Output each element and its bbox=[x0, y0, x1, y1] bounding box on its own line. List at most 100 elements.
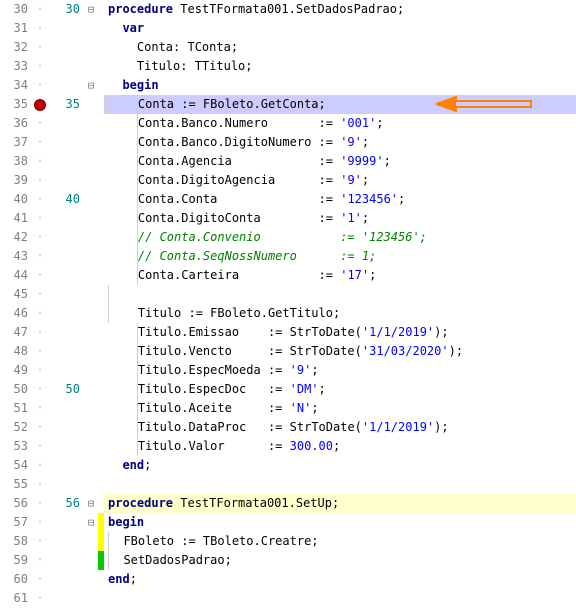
code-line[interactable]: 51· Titulo.Aceite := 'N'; bbox=[0, 399, 576, 418]
code-line[interactable]: 52· Titulo.DataProc := StrToDate('1/1/20… bbox=[0, 418, 576, 437]
code-text[interactable]: Titulo.Emissao := StrToDate('1/1/2019'); bbox=[104, 323, 576, 342]
code-line[interactable]: 40·40 Conta.Conta := '123456'; bbox=[0, 190, 576, 209]
breakpoint-gutter[interactable]: · bbox=[30, 437, 50, 456]
fold-gutter[interactable] bbox=[84, 57, 98, 76]
fold-gutter[interactable] bbox=[84, 361, 98, 380]
code-text[interactable]: procedure TestTFormata001.SetDadosPadrao… bbox=[104, 0, 576, 19]
code-line[interactable]: 56·56⊟procedure TestTFormata001.SetUp; bbox=[0, 494, 576, 513]
code-text[interactable]: Titulo: TTitulo; bbox=[104, 57, 576, 76]
breakpoint-gutter[interactable]: · bbox=[30, 494, 50, 513]
code-text[interactable]: Titulo.Vencto := StrToDate('31/03/2020')… bbox=[104, 342, 576, 361]
code-text[interactable]: // Conta.SeqNossNumero := 1; bbox=[104, 247, 576, 266]
fold-gutter[interactable] bbox=[84, 38, 98, 57]
fold-gutter[interactable] bbox=[84, 133, 98, 152]
breakpoint-gutter[interactable]: · bbox=[30, 570, 50, 589]
fold-gutter[interactable] bbox=[84, 437, 98, 456]
breakpoint-gutter[interactable]: · bbox=[30, 285, 50, 304]
code-line[interactable]: 42· // Conta.Convenio := '123456'; bbox=[0, 228, 576, 247]
code-line[interactable]: 34·⊟ begin bbox=[0, 76, 576, 95]
breakpoint-gutter[interactable]: · bbox=[30, 247, 50, 266]
code-text[interactable]: FBoleto := TBoleto.Creatre; bbox=[104, 532, 576, 551]
breakpoint-gutter[interactable]: · bbox=[30, 380, 50, 399]
breakpoint-gutter[interactable]: · bbox=[30, 532, 50, 551]
code-line[interactable]: 47· Titulo.Emissao := StrToDate('1/1/201… bbox=[0, 323, 576, 342]
fold-gutter[interactable] bbox=[84, 247, 98, 266]
code-line[interactable]: 32· Conta: TConta; bbox=[0, 38, 576, 57]
fold-gutter[interactable] bbox=[84, 190, 98, 209]
code-line[interactable]: 49· Titulo.EspecMoeda := '9'; bbox=[0, 361, 576, 380]
code-line[interactable]: 61· bbox=[0, 589, 576, 608]
code-text[interactable]: Conta.DigitoConta := '1'; bbox=[104, 209, 576, 228]
code-text[interactable]: Conta.Banco.Numero := '001'; bbox=[104, 114, 576, 133]
code-text[interactable]: Titulo := FBoleto.GetTitulo; bbox=[104, 304, 576, 323]
code-text[interactable]: Conta.Conta := '123456'; bbox=[104, 190, 576, 209]
fold-gutter[interactable]: ⊟ bbox=[84, 76, 98, 95]
code-line[interactable]: 31· var bbox=[0, 19, 576, 38]
breakpoint-gutter[interactable]: · bbox=[30, 513, 50, 532]
breakpoint-gutter[interactable]: · bbox=[30, 228, 50, 247]
code-text[interactable]: var bbox=[104, 19, 576, 38]
fold-gutter[interactable] bbox=[84, 152, 98, 171]
code-line[interactable]: 55· bbox=[0, 475, 576, 494]
fold-gutter[interactable]: ⊟ bbox=[84, 494, 98, 513]
breakpoint-gutter[interactable]: · bbox=[30, 19, 50, 38]
code-text[interactable] bbox=[104, 589, 576, 608]
code-line[interactable]: 58· FBoleto := TBoleto.Creatre; bbox=[0, 532, 576, 551]
fold-gutter[interactable] bbox=[84, 171, 98, 190]
code-text[interactable]: Titulo.Valor := 300.00; bbox=[104, 437, 576, 456]
code-text[interactable] bbox=[104, 475, 576, 494]
code-text[interactable]: procedure TestTFormata001.SetUp; bbox=[104, 494, 576, 513]
breakpoint-gutter[interactable]: · bbox=[30, 361, 50, 380]
breakpoint-gutter[interactable]: · bbox=[30, 304, 50, 323]
breakpoint-gutter[interactable]: · bbox=[30, 342, 50, 361]
code-editor[interactable]: 30·30⊟procedure TestTFormata001.SetDados… bbox=[0, 0, 576, 608]
code-line[interactable]: 44· Conta.Carteira := '17'; bbox=[0, 266, 576, 285]
breakpoint-gutter[interactable]: · bbox=[30, 418, 50, 437]
code-line[interactable]: 41· Conta.DigitoConta := '1'; bbox=[0, 209, 576, 228]
fold-gutter[interactable] bbox=[84, 418, 98, 437]
breakpoint-gutter[interactable]: · bbox=[30, 266, 50, 285]
code-line[interactable]: 48· Titulo.Vencto := StrToDate('31/03/20… bbox=[0, 342, 576, 361]
fold-gutter[interactable] bbox=[84, 380, 98, 399]
code-text[interactable]: // Conta.Convenio := '123456'; bbox=[104, 228, 576, 247]
breakpoint-gutter[interactable]: · bbox=[30, 323, 50, 342]
code-text[interactable]: Conta.DigitoAgencia := '9'; bbox=[104, 171, 576, 190]
code-text[interactable]: Conta.Carteira := '17'; bbox=[104, 266, 576, 285]
fold-gutter[interactable] bbox=[84, 304, 98, 323]
code-text[interactable]: Titulo.EspecDoc := 'DM'; bbox=[104, 380, 576, 399]
code-line[interactable]: 53· Titulo.Valor := 300.00; bbox=[0, 437, 576, 456]
breakpoint-gutter[interactable]: · bbox=[30, 475, 50, 494]
fold-gutter[interactable] bbox=[84, 114, 98, 133]
code-text[interactable]: Titulo.DataProc := StrToDate('1/1/2019')… bbox=[104, 418, 576, 437]
breakpoint-gutter[interactable]: · bbox=[30, 57, 50, 76]
fold-gutter[interactable] bbox=[84, 570, 98, 589]
breakpoint-gutter[interactable]: · bbox=[30, 171, 50, 190]
code-line[interactable]: 50·50 Titulo.EspecDoc := 'DM'; bbox=[0, 380, 576, 399]
code-text[interactable]: Conta: TConta; bbox=[104, 38, 576, 57]
code-text[interactable]: end; bbox=[104, 570, 576, 589]
code-text[interactable]: Conta.Agencia := '9999'; bbox=[104, 152, 576, 171]
code-text[interactable]: Titulo.EspecMoeda := '9'; bbox=[104, 361, 576, 380]
breakpoint-gutter[interactable]: · bbox=[30, 76, 50, 95]
fold-gutter[interactable] bbox=[84, 399, 98, 418]
breakpoint-gutter[interactable]: · bbox=[30, 209, 50, 228]
code-text[interactable]: begin bbox=[104, 76, 576, 95]
fold-gutter[interactable] bbox=[84, 95, 98, 114]
code-text[interactable]: Conta := FBoleto.GetConta; bbox=[104, 95, 576, 114]
breakpoint-gutter[interactable]: · bbox=[30, 133, 50, 152]
breakpoint-gutter[interactable]: · bbox=[30, 114, 50, 133]
code-line[interactable]: 57·⊟begin bbox=[0, 513, 576, 532]
code-text[interactable]: begin bbox=[104, 513, 576, 532]
breakpoint-gutter[interactable] bbox=[30, 95, 50, 114]
code-text[interactable]: Conta.Banco.DigitoNumero := '9'; bbox=[104, 133, 576, 152]
fold-gutter[interactable] bbox=[84, 342, 98, 361]
fold-gutter[interactable] bbox=[84, 19, 98, 38]
breakpoint-gutter[interactable]: · bbox=[30, 456, 50, 475]
code-line[interactable]: 3535 Conta := FBoleto.GetConta; bbox=[0, 95, 576, 114]
code-line[interactable]: 43· // Conta.SeqNossNumero := 1; bbox=[0, 247, 576, 266]
code-text[interactable]: SetDadosPadrao; bbox=[104, 551, 576, 570]
fold-gutter[interactable] bbox=[84, 228, 98, 247]
code-line[interactable]: 45· bbox=[0, 285, 576, 304]
breakpoint-gutter[interactable]: · bbox=[30, 589, 50, 608]
fold-gutter[interactable]: ⊟ bbox=[84, 0, 98, 19]
